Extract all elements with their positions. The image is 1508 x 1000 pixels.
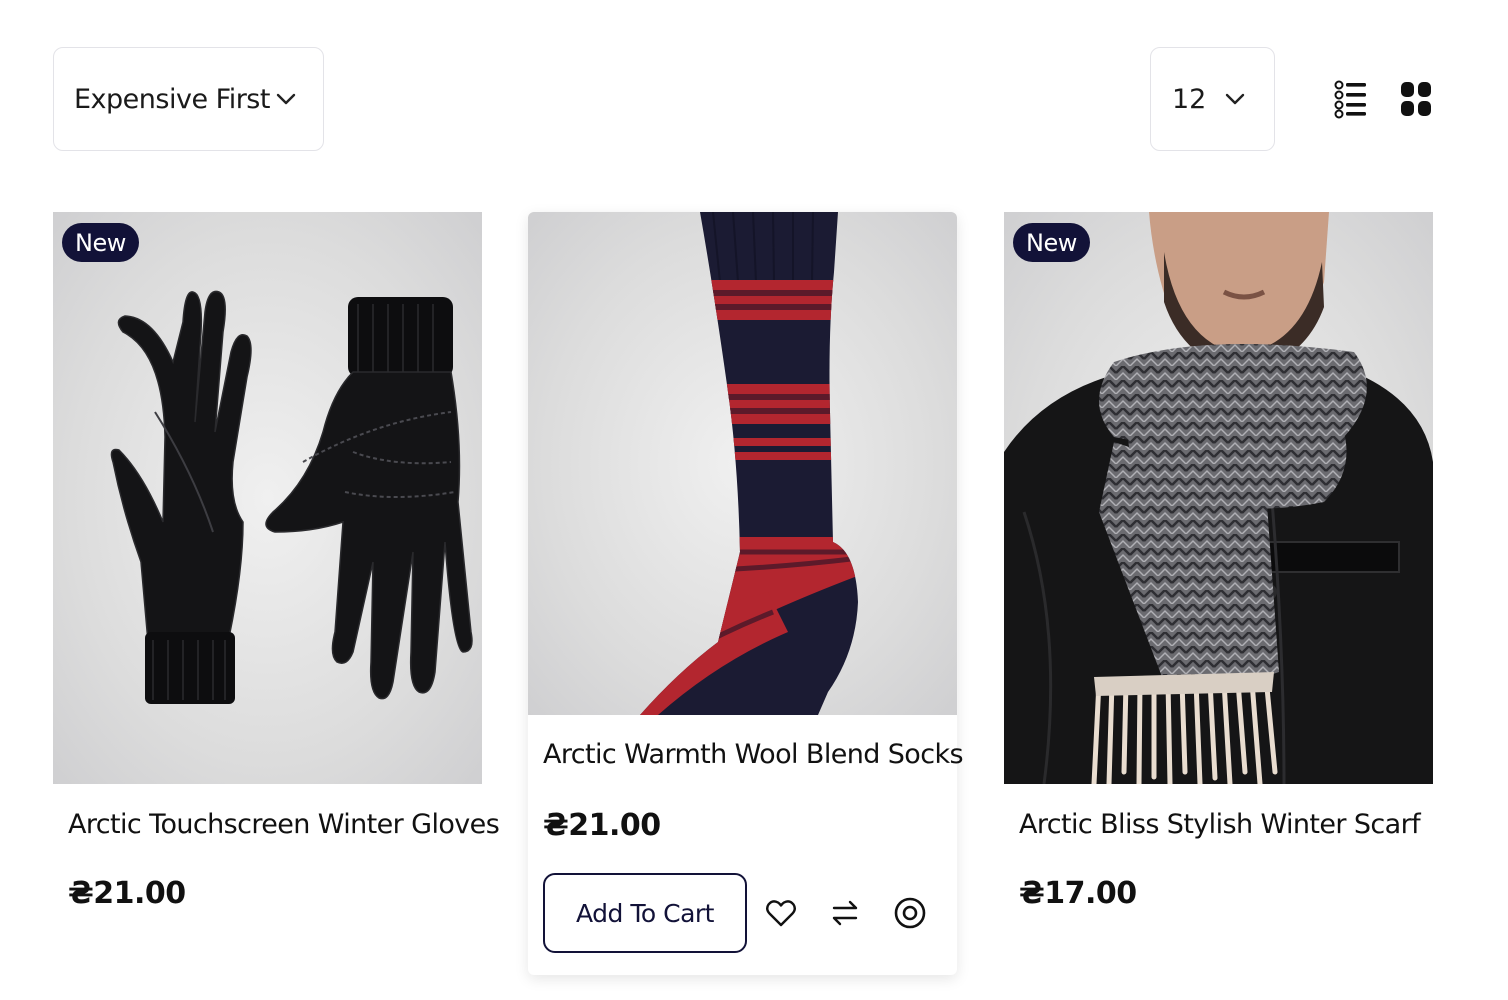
product-image[interactable]: New: [53, 212, 482, 784]
product-title[interactable]: Arctic Warmth Wool Blend Socks: [543, 739, 964, 770]
product-title[interactable]: Arctic Touchscreen Winter Gloves: [68, 809, 500, 840]
compare-icon[interactable]: [825, 892, 865, 934]
product-card[interactable]: New Arctic Touchscreen Winter Gloves ₴21…: [53, 212, 500, 932]
quick-view-icon[interactable]: [890, 892, 930, 934]
product-price: ₴21.00: [543, 808, 661, 843]
list-view-icon[interactable]: [1331, 78, 1371, 120]
sort-select-label: Expensive First: [74, 83, 270, 115]
product-image[interactable]: New: [1004, 212, 1433, 784]
product-toolbar: Expensive First 12: [0, 0, 1508, 190]
product-price: ₴21.00: [68, 876, 186, 911]
add-to-cart-button[interactable]: Add To Cart: [543, 873, 747, 953]
per-page-label: 12: [1172, 83, 1207, 115]
grid-view-icon[interactable]: [1396, 78, 1436, 120]
heart-icon[interactable]: [761, 892, 801, 934]
product-card[interactable]: New Arctic Bliss Stylish Winter Scarf ₴1…: [1004, 212, 1433, 932]
product-card[interactable]: Arctic Warmth Wool Blend Socks ₴21.00 Ad…: [528, 212, 964, 975]
product-title[interactable]: Arctic Bliss Stylish Winter Scarf: [1019, 809, 1421, 840]
product-image[interactable]: [528, 212, 957, 715]
chevron-down-icon: [275, 88, 297, 110]
new-badge: New: [1013, 223, 1090, 262]
chevron-down-icon: [1224, 88, 1246, 110]
product-price: ₴17.00: [1019, 876, 1137, 911]
per-page-select[interactable]: 12: [1150, 47, 1275, 151]
new-badge: New: [62, 223, 139, 262]
sort-select[interactable]: Expensive First: [53, 47, 324, 151]
